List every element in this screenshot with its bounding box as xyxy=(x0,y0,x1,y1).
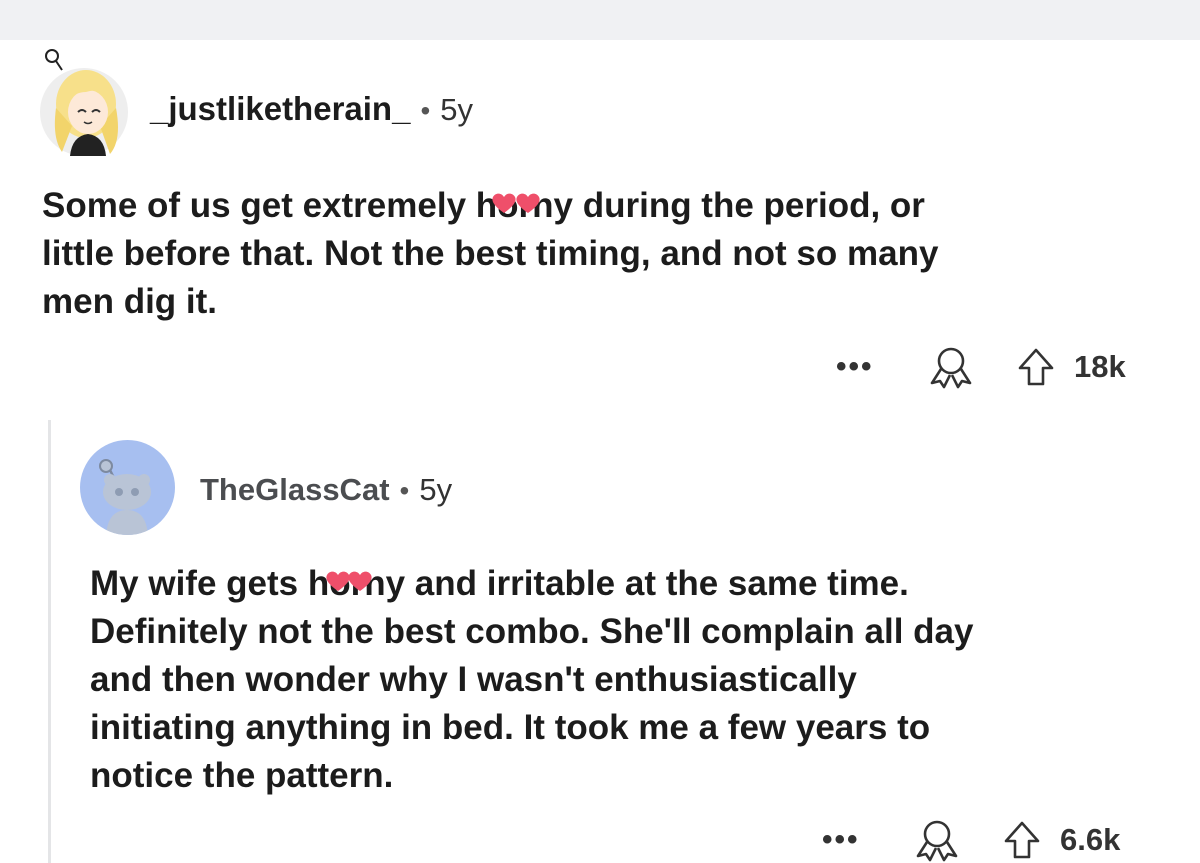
comment-line: little before that. Not the best timing,… xyxy=(42,234,939,273)
comment-actions: ••• 6.6k xyxy=(822,818,1120,862)
upvote-arrow-icon[interactable] xyxy=(1016,347,1056,387)
username[interactable]: _justliketherain_ xyxy=(150,90,410,128)
heart-sticker-icon xyxy=(348,571,372,591)
comment-line: initiating anything in bed. It took me a… xyxy=(90,708,931,747)
top-divider xyxy=(0,0,1200,40)
upvote-arrow-icon[interactable] xyxy=(1002,820,1042,860)
thread-line[interactable] xyxy=(48,420,51,863)
upvote-count: 18k xyxy=(1074,349,1126,384)
comment-line: and then wonder why I wasn't enthusiasti… xyxy=(90,660,857,699)
comment-actions: ••• 18k xyxy=(836,345,1126,389)
upvote-count: 6.6k xyxy=(1060,822,1121,857)
award-icon[interactable] xyxy=(912,818,962,862)
comment-line: My wife gets horny and irritable at the … xyxy=(90,560,1180,608)
more-options-icon[interactable]: ••• xyxy=(836,352,896,382)
comment-age: 5y xyxy=(440,92,474,127)
comment-body: Some of us get extremely horny during th… xyxy=(42,182,1162,326)
award-icon[interactable] xyxy=(926,345,976,389)
comment-body: My wife gets horny and irritable at the … xyxy=(90,560,1180,800)
heart-sticker-icon xyxy=(492,193,516,213)
heart-sticker-icon xyxy=(516,193,540,213)
censored-word: orn xyxy=(492,182,554,230)
comment-line: notice the pattern. xyxy=(90,756,394,795)
comment-line: men dig it. xyxy=(42,282,217,321)
separator-dot: • xyxy=(420,95,431,126)
censored-word: orn xyxy=(326,560,386,608)
comment-line: Some of us get extremely horny during th… xyxy=(42,182,1162,230)
comment-line: Definitely not the best combo. She'll co… xyxy=(90,612,974,651)
username[interactable]: TheGlassCat xyxy=(200,472,390,508)
user-avatar[interactable] xyxy=(80,440,175,535)
user-avatar[interactable] xyxy=(38,48,130,158)
separator-dot: • xyxy=(399,475,410,506)
comment-age: 5y xyxy=(419,472,453,507)
more-options-icon[interactable]: ••• xyxy=(822,825,882,855)
